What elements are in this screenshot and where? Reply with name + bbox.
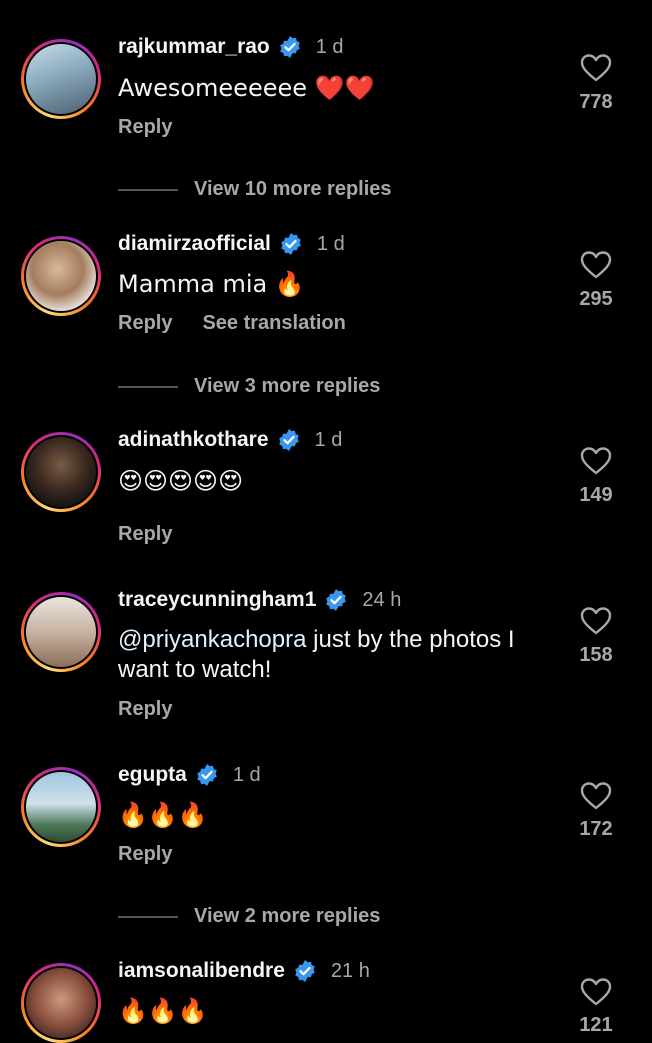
like-count: 778 [579,91,613,113]
comment-time: 24 h [362,588,402,611]
comment-username[interactable]: traceycunningham1 [118,588,316,612]
replies-divider [118,915,178,918]
heart-outline-icon[interactable] [580,250,612,280]
reply-button[interactable]: Reply [118,843,172,866]
verified-badge-icon [278,35,302,59]
comment-username[interactable]: iamsonalibendre [118,959,285,983]
comment-username[interactable]: egupta [118,763,187,787]
heart-outline-icon[interactable] [580,446,612,476]
view-replies-label: View 2 more replies [194,905,381,927]
view-replies-button[interactable]: View 2 more replies [118,905,380,928]
like-count: 149 [579,484,613,506]
reply-button[interactable]: Reply [118,698,172,721]
comment-username[interactable]: adinathkothare [118,428,269,452]
comment-time: 1 d [316,232,345,255]
avatar[interactable] [21,963,101,1043]
heart-outline-icon[interactable] [580,781,612,811]
comment-username[interactable]: rajkummar_rao [118,35,270,59]
avatar[interactable] [21,236,101,316]
like-count: 172 [579,818,613,840]
avatar[interactable] [21,592,101,672]
reply-button[interactable]: Reply [118,116,172,139]
verified-badge-icon [279,232,303,256]
comment-time: 1 d [314,428,343,451]
comment-text: @priyankachopra just by the photos I wan… [118,625,548,685]
comment-text: 😍😍😍😍😍 [118,467,244,495]
see-translation-button[interactable]: See translation [202,312,345,335]
reply-button[interactable]: Reply [118,523,172,546]
verified-badge-icon [195,763,219,787]
heart-outline-icon[interactable] [580,606,612,636]
avatar[interactable] [21,432,101,512]
comment-time: 1 d [315,35,344,58]
replies-divider [118,188,178,191]
view-replies-button[interactable]: View 10 more replies [118,178,392,201]
avatar[interactable] [21,39,101,119]
comment-text: 🔥🔥🔥 [118,997,208,1025]
comment-text: 🔥🔥🔥 [118,801,208,829]
comment-time: 1 d [232,763,261,786]
like-count: 121 [579,1014,613,1036]
verified-badge-icon [324,588,348,612]
like-count: 295 [579,288,613,310]
comment-text: Awesomeeeeee ❤️❤️ [118,74,375,102]
verified-badge-icon [293,959,317,983]
view-replies-label: View 10 more replies [194,178,392,200]
reply-button[interactable]: Reply [118,312,172,335]
view-replies-button[interactable]: View 3 more replies [118,375,380,398]
verified-badge-icon [277,428,301,452]
comment-username[interactable]: diamirzaofficial [118,232,271,256]
view-replies-label: View 3 more replies [194,375,381,397]
comment-time: 21 h [330,959,370,982]
heart-outline-icon[interactable] [580,977,612,1007]
like-count: 158 [579,644,613,666]
comment-text: Mamma mia 🔥 [118,270,305,298]
heart-outline-icon[interactable] [580,53,612,83]
avatar[interactable] [21,767,101,847]
replies-divider [118,385,178,388]
mention-link[interactable]: @priyankachopra [118,626,306,653]
